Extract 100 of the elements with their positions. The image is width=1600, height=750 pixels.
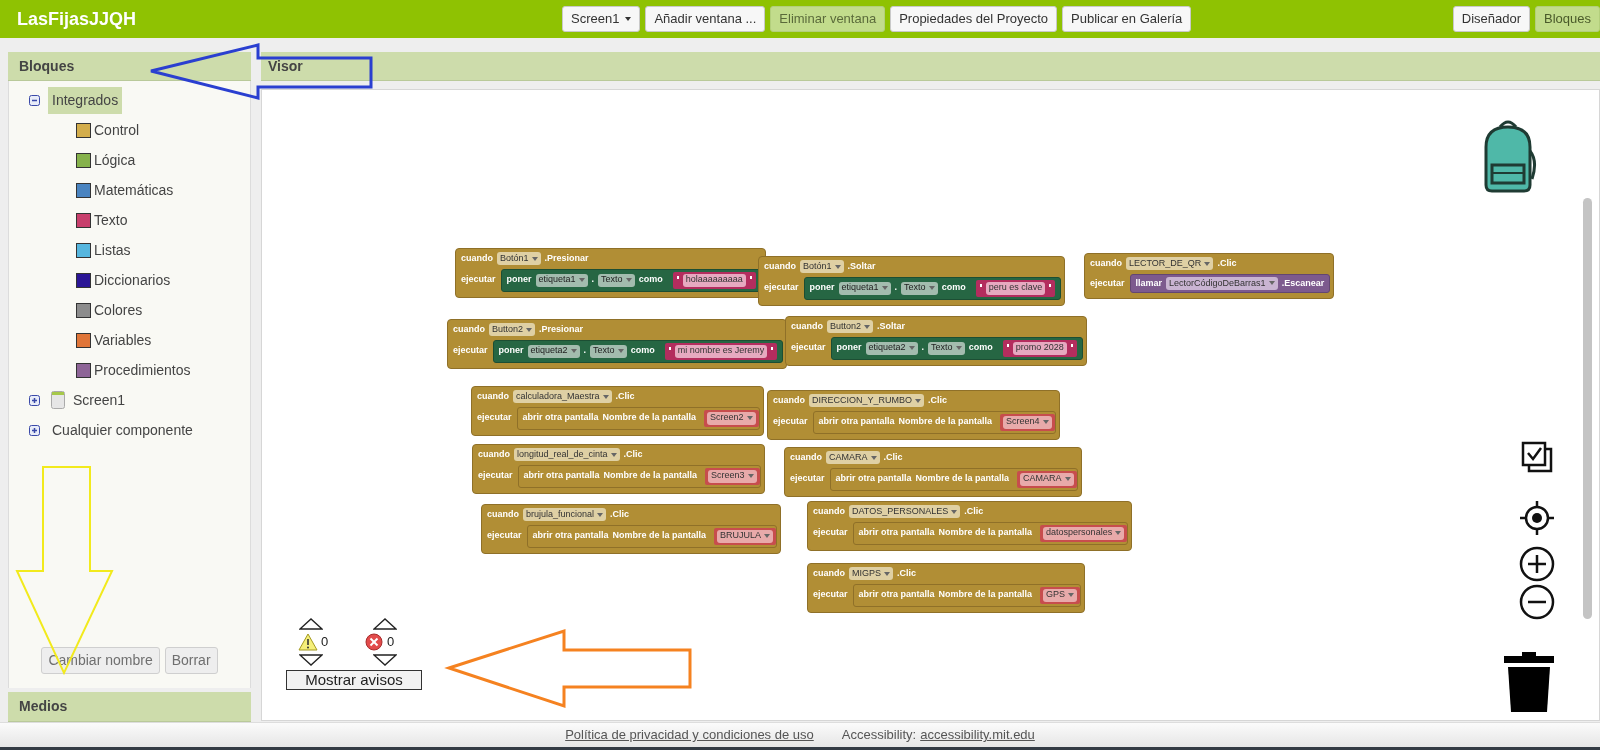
text-block[interactable]: mi nombre es Jeremy [664,342,778,360]
component-dropdown[interactable]: Button2 [489,323,536,337]
up-arrow-icon [373,618,397,630]
text-value-field[interactable]: peru es clave [985,281,1046,295]
property-dropdown[interactable]: Texto [928,341,965,355]
toolbar-button[interactable]: Publicar en Galería [1062,6,1192,32]
caret-icon [884,571,891,576]
open-screen-block[interactable]: abrir otra pantalla Nombre de la pantalla Screen4 [812,410,1056,434]
zoom-out-icon[interactable] [1519,584,1555,620]
event-block[interactable]: cuando Botón1 .Soltar ejecutar poner etiqueta1 . Texto como peru es clave [758,256,1066,306]
block-keyword: Nombre de la pantalla [603,469,698,483]
event-block[interactable]: cuando Button2 .Presionar ejecutar poner etiqueta2 . Texto como mi nombre es Jeremy [447,319,788,369]
caret-icon [747,474,754,478]
caret-icon [1064,477,1071,481]
property-dropdown[interactable]: Texto [590,344,627,358]
block-keyword: Nombre de la pantalla [938,526,1033,540]
panel-header: Bloques [8,52,251,81]
event-name: .Clic [623,448,643,461]
screen-dropdown[interactable]: Screen1 [562,6,641,32]
tree-item[interactable]: Lógica [94,150,136,171]
event-block[interactable]: cuando LECTOR_DE_QR .Clic ejecutar llamar LectorCódigoDeBarras1 .Escanear [1084,253,1335,299]
text-value-field[interactable]: holaaaaaaaaa [682,273,746,287]
block-keyword: . [583,344,587,358]
component-dropdown[interactable]: CAMARA [826,451,880,465]
accessibility-link[interactable]: accessibility.mit.edu [920,725,1035,745]
component-dropdown[interactable]: etiqueta2 [527,344,580,358]
event-block[interactable]: cuando Button2 .Soltar ejecutar poner etiqueta2 . Texto como promo 2028 [785,316,1087,366]
component-dropdown[interactable]: etiqueta1 [838,281,891,295]
open-screen-block[interactable]: abrir otra pantalla Nombre de la pantalla BRUJULA [526,524,778,548]
error-icon [365,632,383,651]
method-call-block[interactable]: llamar LectorCódigoDeBarras1 .Escanear [1129,273,1331,293]
property-dropdown[interactable]: Texto [598,273,635,287]
caret-icon [531,256,538,261]
trash-icon[interactable] [1504,652,1554,712]
text-value-field[interactable]: promo 2028 [1012,341,1067,355]
event-block[interactable]: cuando DATOS_PERSONALES .Clic ejecutar abrir otra pantalla Nombre de la pantalla datospersonales [807,501,1133,551]
zoom-in-icon[interactable] [1519,546,1555,582]
caret-icon [1115,531,1122,535]
tree-item[interactable]: Procedimientos [94,360,191,381]
view-tab[interactable]: Diseñador [1452,6,1530,32]
event-block[interactable]: cuando brujula_funcional .Clic ejecutar abrir otra pantalla Nombre de la pantalla BRUJULA [481,504,782,554]
block-keyword: Nombre de la pantalla [602,411,697,425]
event-block[interactable]: cuando DIRECCION_Y_RUMBO .Clic ejecutar abrir otra pantalla Nombre de la pantalla Screen4 [767,390,1060,440]
open-screen-block[interactable]: abrir otra pantalla Nombre de la pantalla GPS [852,583,1082,607]
component-dropdown[interactable]: Button2 [827,320,874,334]
tree-item[interactable]: Matemáticas [94,180,174,201]
open-screen-block[interactable]: abrir otra pantalla Nombre de la pantalla datospersonales [852,521,1129,545]
text-block[interactable]: promo 2028 [1002,339,1077,357]
event-name: .Soltar [847,260,876,273]
collapse-icon[interactable] [29,94,40,106]
caret-icon [570,349,577,353]
component-dropdown[interactable]: longitud_real_de_cinta [514,448,620,462]
component-dropdown[interactable]: Botón1 [800,260,844,274]
expand-icon[interactable] [29,394,40,406]
tree-item[interactable]: Cualquier componente [48,416,197,444]
tree-item[interactable]: Diccionarios [94,270,171,291]
event-block[interactable]: cuando CAMARA .Clic ejecutar abrir otra pantalla Nombre de la pantalla CAMARA [784,447,1082,497]
open-screen-block[interactable]: abrir otra pantalla Nombre de la pantalla Screen2 [516,406,760,430]
setter-block[interactable]: poner etiqueta1 . Texto como peru es clave [803,276,1062,300]
component-dropdown[interactable]: DIRECCION_Y_RUMBO [809,394,925,408]
expand-icon[interactable] [29,424,40,436]
event-block[interactable]: cuando MIGPS .Clic ejecutar abrir otra pantalla Nombre de la pantalla GPS [807,563,1086,613]
scrollbar[interactable] [1583,198,1592,619]
text-block[interactable]: holaaaaaaaaa [672,271,756,289]
blocks-workspace[interactable] [261,89,1600,721]
target-icon[interactable] [1519,500,1555,536]
property-dropdown[interactable]: Texto [901,281,938,295]
tree-item[interactable]: Texto [94,210,128,231]
tree-item[interactable]: Screen1 [69,386,130,414]
view-tab[interactable]: Bloques [1535,6,1600,32]
component-dropdown[interactable]: Botón1 [497,252,541,266]
tree-item[interactable]: Listas [94,240,131,261]
show-warnings-button[interactable]: Mostrar avisos [286,669,422,690]
privacy-link[interactable]: Política de privacidad y condiciones de uso [565,725,814,745]
component-dropdown[interactable]: etiqueta2 [865,341,918,355]
component-dropdown[interactable]: MIGPS [849,567,894,581]
component-dropdown[interactable]: calculadora_Maestra [513,390,612,404]
event-block[interactable]: cuando calculadora_Maestra .Clic ejecutar abrir otra pantalla Nombre de la pantalla Screen2 [471,386,764,436]
caret-icon [955,346,962,350]
event-block[interactable]: cuando longitud_real_de_cinta .Clic ejecutar abrir otra pantalla Nombre de la pantalla Screen3 [472,444,765,494]
caret-icon [1204,261,1211,266]
component-dropdown[interactable]: brujula_funcional [523,508,607,522]
event-name: .Clic [1217,257,1237,270]
tree-item[interactable]: Integrados [48,86,123,114]
setter-block[interactable]: poner etiqueta2 . Texto como promo 2028 [830,336,1083,360]
component-dropdown[interactable]: LectorCódigoDeBarras1 [1166,276,1278,290]
tree-item[interactable]: Variables [94,330,152,351]
component-dropdown[interactable]: LECTOR_DE_QR [1126,257,1214,271]
text-value-field[interactable]: mi nombre es Jeremy [674,344,768,358]
component-dropdown[interactable]: DATOS_PERSONALES [849,505,961,519]
setter-block[interactable]: poner etiqueta2 . Texto como mi nombre es Jeremy [492,339,784,363]
block-keyword: cuando [477,390,509,403]
open-screen-block[interactable]: abrir otra pantalla Nombre de la pantalla CAMARA [829,467,1078,491]
open-screen-block[interactable]: abrir otra pantalla Nombre de la pantalla Screen3 [517,464,761,488]
toolbar-button[interactable]: Añadir ventana ... [645,6,766,32]
text-block[interactable]: peru es clave [975,279,1056,297]
tree-item[interactable]: Colores [94,300,143,321]
component-dropdown[interactable]: etiqueta1 [535,273,588,287]
toolbar-button[interactable]: Propiedades del Proyecto [890,6,1058,32]
tree-item[interactable]: Control [94,120,140,141]
